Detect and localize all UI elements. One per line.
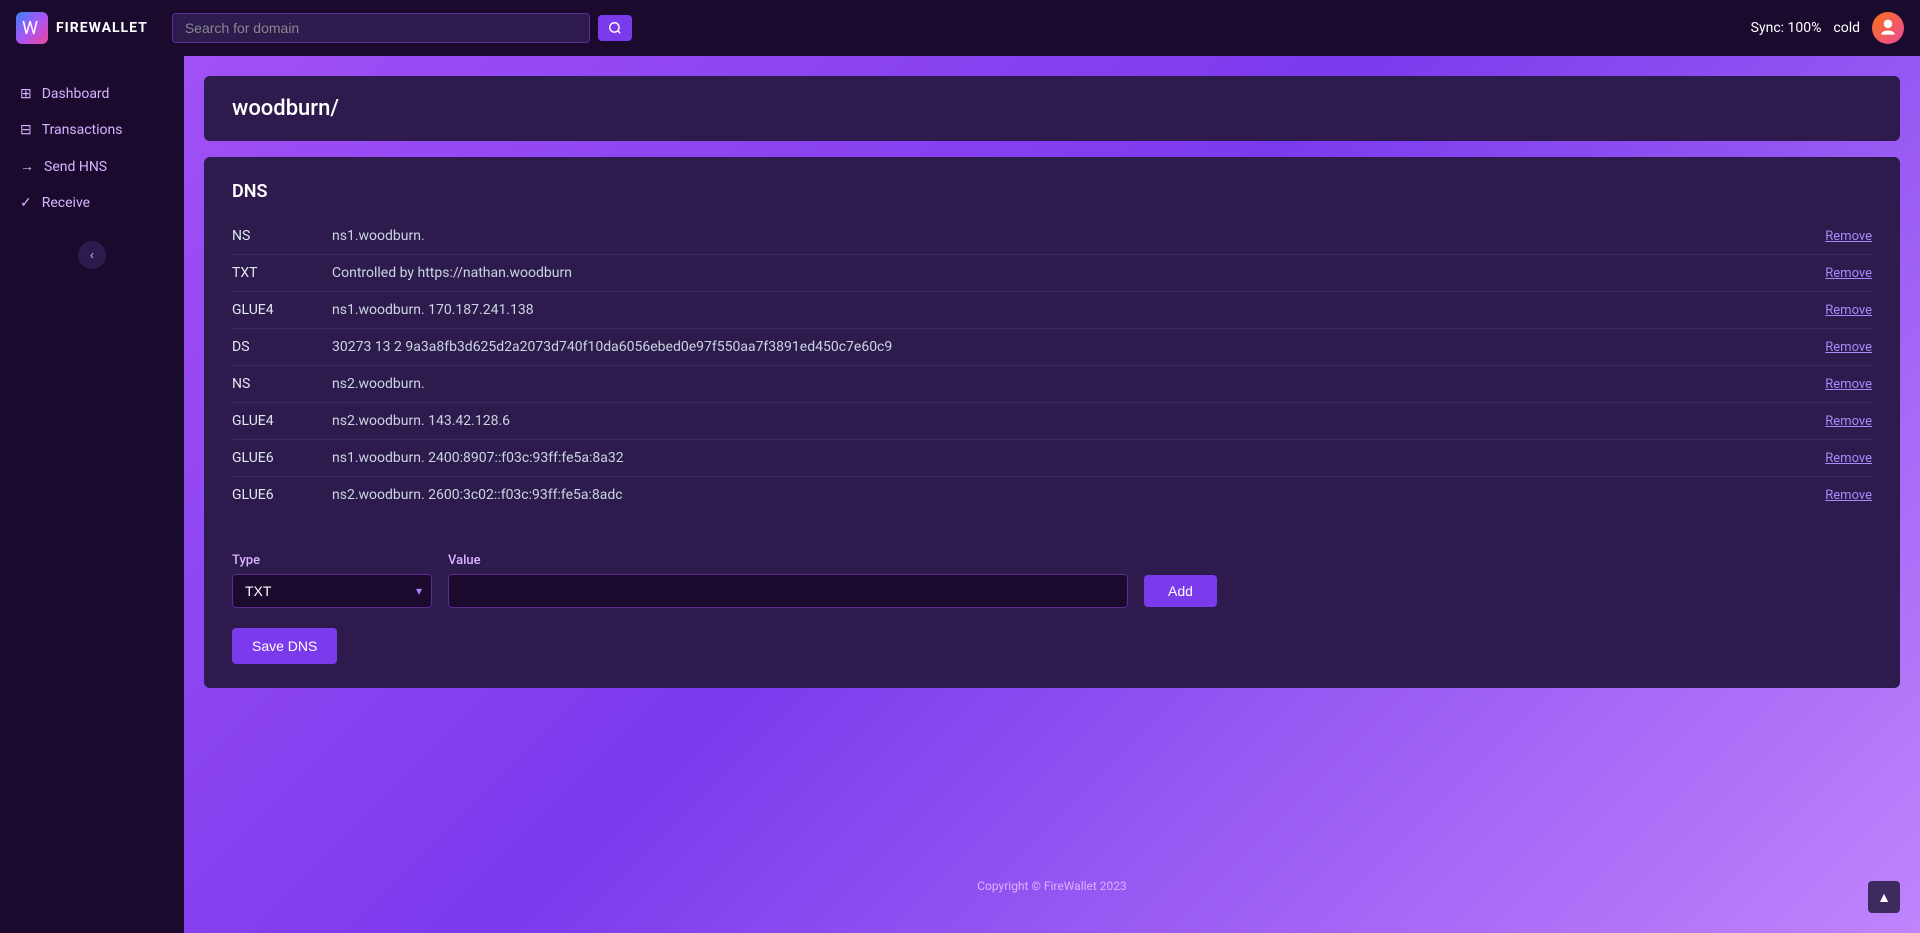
remove-button[interactable]: Remove <box>1825 377 1872 392</box>
sidebar-item-dashboard[interactable]: ⊞ Dashboard <box>0 76 184 112</box>
remove-button[interactable]: Remove <box>1825 488 1872 503</box>
sync-status: Sync: 100% <box>1751 20 1822 36</box>
remove-button[interactable]: Remove <box>1825 229 1872 244</box>
receive-icon: ✓ <box>20 195 32 211</box>
sidebar-item-send-hns[interactable]: → Send HNS <box>0 148 184 185</box>
dns-record-type: GLUE6 <box>232 487 332 503</box>
sidebar-item-label: Send HNS <box>44 159 107 175</box>
domain-name: woodburn/ <box>232 96 339 121</box>
dns-add-form: Type TXTNSAAAAACNAMEMXDSGLUE4GLUE6 ▾ Val… <box>232 537 1872 608</box>
collapse-icon: ‹ <box>90 248 94 262</box>
avatar-icon <box>1878 18 1898 38</box>
dns-record-value: ns2.woodburn. 143.42.128.6 <box>332 413 1809 429</box>
footer: Copyright © FireWallet 2023 <box>204 859 1900 913</box>
copyright-text: Copyright © FireWallet 2023 <box>977 879 1127 893</box>
dns-record-row: GLUE6 ns1.woodburn. 2400:8907::f03c:93ff… <box>232 440 1872 477</box>
search-area <box>172 13 632 43</box>
dns-record-row: GLUE4 ns1.woodburn. 170.187.241.138 Remo… <box>232 292 1872 329</box>
type-form-group: Type TXTNSAAAAACNAMEMXDSGLUE4GLUE6 ▾ <box>232 553 432 608</box>
user-label: cold <box>1833 20 1860 36</box>
avatar[interactable] <box>1872 12 1904 44</box>
dns-record-value: ns2.woodburn. <box>332 376 1809 392</box>
scroll-top-button[interactable]: ▲ <box>1868 881 1900 913</box>
dns-record-row: GLUE6 ns2.woodburn. 2600:3c02::f03c:93ff… <box>232 477 1872 513</box>
main-layout: ⊞ Dashboard ⊟ Transactions → Send HNS ✓ … <box>0 56 1920 933</box>
sidebar-item-label: Dashboard <box>42 86 110 102</box>
dns-value-input[interactable] <box>448 574 1128 608</box>
value-form-group: Value <box>448 553 1128 608</box>
dns-record-type: NS <box>232 376 332 392</box>
dns-type-select[interactable]: TXTNSAAAAACNAMEMXDSGLUE4GLUE6 <box>232 574 432 608</box>
dns-record-value: ns1.woodburn. <box>332 228 1809 244</box>
remove-button[interactable]: Remove <box>1825 303 1872 318</box>
dns-record-row: GLUE4 ns2.woodburn. 143.42.128.6 Remove <box>232 403 1872 440</box>
dns-record-value: Controlled by https://nathan.woodburn <box>332 265 1809 281</box>
sidebar-item-label: Transactions <box>42 122 123 138</box>
dns-record-value: 30273 13 2 9a3a8fb3d625d2a2073d740f10da6… <box>332 339 1809 355</box>
dns-record-type: GLUE6 <box>232 450 332 466</box>
dns-record-type: GLUE4 <box>232 413 332 429</box>
dns-record-row: NS ns1.woodburn. Remove <box>232 218 1872 255</box>
header-right: Sync: 100% cold <box>1751 12 1904 44</box>
transactions-icon: ⊟ <box>20 122 32 138</box>
search-input[interactable] <box>172 13 590 43</box>
dns-records-list: NS ns1.woodburn. Remove TXT Controlled b… <box>232 218 1872 513</box>
add-button[interactable]: Add <box>1144 575 1217 607</box>
search-icon <box>608 21 622 35</box>
sidebar-item-transactions[interactable]: ⊟ Transactions <box>0 112 184 148</box>
dns-record-type: DS <box>232 339 332 355</box>
logo-text: FIREWALLET <box>56 20 148 36</box>
sidebar-item-receive[interactable]: ✓ Receive <box>0 185 184 221</box>
dns-record-type: GLUE4 <box>232 302 332 318</box>
dns-record-row: TXT Controlled by https://nathan.woodbur… <box>232 255 1872 292</box>
dns-record-row: DS 30273 13 2 9a3a8fb3d625d2a2073d740f10… <box>232 329 1872 366</box>
scroll-top-icon: ▲ <box>1877 889 1891 905</box>
dns-title: DNS <box>232 181 1872 202</box>
dns-record-type: TXT <box>232 265 332 281</box>
remove-button[interactable]: Remove <box>1825 451 1872 466</box>
header: W FIREWALLET Sync: 100% cold <box>0 0 1920 56</box>
logo: W FIREWALLET <box>16 12 148 44</box>
value-label: Value <box>448 553 1128 568</box>
svg-text:W: W <box>22 18 38 39</box>
sidebar-item-label: Receive <box>42 195 90 211</box>
sidebar-toggle-button[interactable]: ‹ <box>78 241 106 269</box>
search-button[interactable] <box>598 15 632 41</box>
dns-record-row: NS ns2.woodburn. Remove <box>232 366 1872 403</box>
dns-record-value: ns1.woodburn. 170.187.241.138 <box>332 302 1809 318</box>
remove-button[interactable]: Remove <box>1825 414 1872 429</box>
remove-button[interactable]: Remove <box>1825 340 1872 355</box>
dns-record-type: NS <box>232 228 332 244</box>
dns-record-value: ns2.woodburn. 2600:3c02::f03c:93ff:fe5a:… <box>332 487 1809 503</box>
remove-button[interactable]: Remove <box>1825 266 1872 281</box>
dns-record-value: ns1.woodburn. 2400:8907::f03c:93ff:fe5a:… <box>332 450 1809 466</box>
main-content: woodburn/ DNS NS ns1.woodburn. Remove TX… <box>184 56 1920 933</box>
logo-icon: W <box>16 12 48 44</box>
save-dns-button[interactable]: Save DNS <box>232 628 337 664</box>
domain-card: woodburn/ <box>204 76 1900 141</box>
dashboard-icon: ⊞ <box>20 86 32 102</box>
sidebar: ⊞ Dashboard ⊟ Transactions → Send HNS ✓ … <box>0 56 184 933</box>
send-icon: → <box>20 158 34 175</box>
dns-card: DNS NS ns1.woodburn. Remove TXT Controll… <box>204 157 1900 688</box>
type-label: Type <box>232 553 432 568</box>
dns-select-wrap: TXTNSAAAAACNAMEMXDSGLUE4GLUE6 ▾ <box>232 574 432 608</box>
